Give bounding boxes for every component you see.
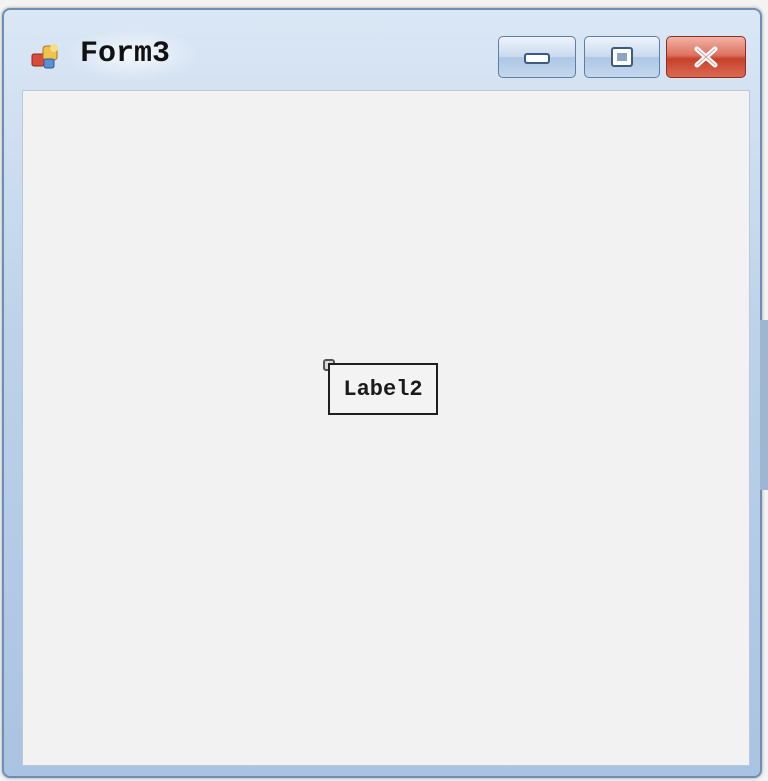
close-button[interactable] — [666, 36, 746, 78]
application-icon[interactable] — [30, 40, 64, 74]
minimize-icon — [524, 53, 550, 64]
label2[interactable]: Label2 — [328, 363, 438, 415]
maximize-button[interactable] — [584, 36, 660, 78]
adjacent-window-edge — [760, 320, 768, 490]
form-window: Form3 Label2 — [2, 8, 762, 778]
close-icon — [694, 46, 718, 68]
maximize-icon — [611, 47, 633, 67]
title-bar[interactable]: Form3 — [4, 10, 760, 90]
label2-text: Label2 — [343, 376, 423, 402]
minimize-button[interactable] — [498, 36, 576, 78]
form-client-area[interactable]: Label2 — [22, 90, 750, 766]
window-title: Form3 — [80, 37, 171, 71]
